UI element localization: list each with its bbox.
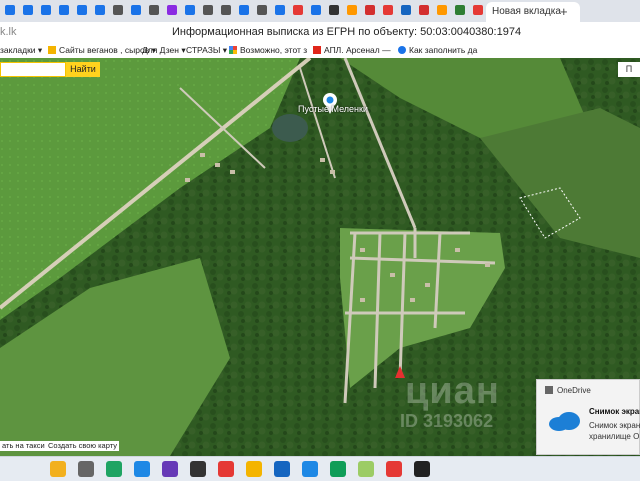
virtual-desktop-icon[interactable] [78, 461, 94, 477]
edge-icon[interactable] [330, 461, 346, 477]
browser-tab[interactable] [76, 3, 88, 17]
tab-favicon-icon [473, 5, 483, 15]
tab-favicon-icon [329, 5, 339, 15]
map-link-create[interactable]: Создать свою карту [46, 441, 120, 451]
tab-favicon-icon [455, 5, 465, 15]
bookmark-item-5[interactable]: АПЛ. Арсенал — [313, 42, 391, 58]
bookmark-item-3[interactable]: СТРАЗЫ ▾ [186, 42, 227, 58]
window-title: Информационная выписка из ЕГРН по объект… [172, 26, 522, 38]
browser-tab[interactable] [22, 3, 34, 17]
toast-body: Снимок экран хранилище О [589, 421, 640, 441]
tab-favicon-icon [167, 5, 177, 15]
weather-icon[interactable] [50, 461, 66, 477]
phone-icon[interactable] [274, 461, 290, 477]
browser-tab[interactable] [220, 3, 232, 17]
bookmark-item-4[interactable]: Возможно, этот з [229, 42, 307, 58]
globe-icon [398, 46, 406, 54]
browser-tab[interactable] [202, 3, 214, 17]
browser-tab[interactable] [274, 3, 286, 17]
map-panorama-button[interactable]: П [618, 62, 640, 77]
yandex-browser-icon[interactable] [386, 461, 402, 477]
browser-tab[interactable] [94, 3, 106, 17]
photos-icon[interactable] [162, 461, 178, 477]
browser-tab[interactable] [292, 3, 304, 17]
tab-favicon-icon [257, 5, 267, 15]
tab-favicon-icon [95, 5, 105, 15]
tab-favicon-icon [437, 5, 447, 15]
tab-favicon-icon [113, 5, 123, 15]
mail-icon[interactable] [134, 461, 150, 477]
bookmark-item-6[interactable]: Как заполнить да [398, 42, 477, 58]
media-player-icon[interactable] [414, 461, 430, 477]
bookmark-item-1[interactable]: Сайты веганов , сыров ▾ [48, 42, 156, 58]
tab-favicon-icon [23, 5, 33, 15]
tab-favicon-icon [203, 5, 213, 15]
tools-icon[interactable] [358, 461, 374, 477]
onedrive-notification[interactable]: OneDrive Снимок экрана Снимок экранхрани… [536, 379, 640, 455]
tab-favicon-icon [383, 5, 393, 15]
tab-favicon-icon [239, 5, 249, 15]
tab-favicon-icon [185, 5, 195, 15]
browser-tab[interactable] [166, 3, 178, 17]
tab-favicon-icon [311, 5, 321, 15]
tab-favicon-icon [221, 5, 231, 15]
browser-tab[interactable] [436, 3, 448, 17]
map-search-button[interactable]: Найти [66, 62, 100, 77]
tab-favicon-icon [149, 5, 159, 15]
browser-tab[interactable] [4, 3, 16, 17]
browser-tab[interactable] [364, 3, 376, 17]
yandex-icon[interactable] [218, 461, 234, 477]
google-icon [229, 46, 237, 54]
title-bar: k.lk Информационная выписка из ЕГРН по о… [0, 22, 640, 42]
map-place-label: Пустые Меленки [298, 104, 368, 114]
browser-tab[interactable] [310, 3, 322, 17]
new-tab-button[interactable]: + [560, 4, 568, 19]
browser-tab[interactable] [400, 3, 412, 17]
onedrive-icon [545, 386, 553, 394]
tab-favicon-icon [293, 5, 303, 15]
files-icon[interactable] [246, 461, 262, 477]
tab-favicon-icon [131, 5, 141, 15]
browser-tab[interactable] [472, 3, 484, 17]
watermark-text: циан [405, 370, 500, 412]
toast-title: Снимок экрана [589, 407, 640, 416]
browser-tab[interactable] [418, 3, 430, 17]
l-app-icon[interactable] [106, 461, 122, 477]
browser-tab[interactable] [346, 3, 358, 17]
tab-favicon-icon [5, 5, 15, 15]
bookmark-item-2[interactable]: Для Дзен ▾ [142, 42, 186, 58]
browser-tab[interactable] [238, 3, 250, 17]
app-icon[interactable] [190, 461, 206, 477]
watermark-id: ID 3193062 [400, 411, 494, 431]
toast-app-name: OneDrive [545, 386, 591, 395]
check-icon[interactable] [302, 461, 318, 477]
taskbar [0, 456, 640, 481]
browser-tab[interactable] [328, 3, 340, 17]
tab-favicon-icon [275, 5, 285, 15]
browser-tab[interactable] [148, 3, 160, 17]
address-fragment[interactable]: k.lk [0, 22, 17, 42]
bookmark-item-0[interactable]: закладки ▾ [0, 42, 42, 58]
browser-tab[interactable] [112, 3, 124, 17]
folder-icon [48, 46, 56, 54]
bookmarks-bar: закладки ▾ Сайты веганов , сыров ▾ Для Д… [0, 42, 640, 59]
tab-favicon-icon [347, 5, 357, 15]
cloud-icon [549, 412, 580, 431]
map-search-input[interactable] [0, 62, 66, 77]
tab-favicon-icon [59, 5, 69, 15]
tab-favicon-icon [77, 5, 87, 15]
tab-favicon-icon [365, 5, 375, 15]
map-link-taxi[interactable]: ать на такси [0, 441, 47, 451]
browser-tab[interactable] [454, 3, 466, 17]
browser-tab[interactable] [58, 3, 70, 17]
tab-favicon-icon [419, 5, 429, 15]
tab-favicon-icon [401, 5, 411, 15]
tab-favicon-icon [41, 5, 51, 15]
browser-tab[interactable] [40, 3, 52, 17]
browser-tab[interactable] [184, 3, 196, 17]
number-three-icon [313, 46, 321, 54]
browser-tab[interactable] [130, 3, 142, 17]
browser-tab[interactable] [256, 3, 268, 17]
browser-tab[interactable] [382, 3, 394, 17]
